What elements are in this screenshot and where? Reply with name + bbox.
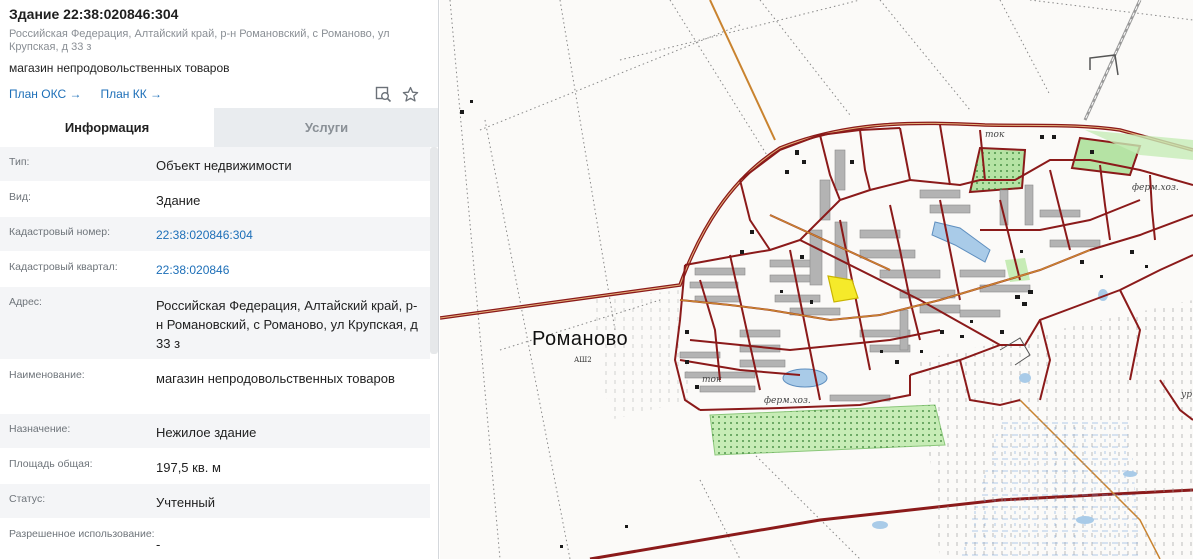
object-address: Российская Федерация, Алтайский край, р-… xyxy=(9,28,390,53)
row-label: Тип: xyxy=(9,156,30,168)
plan-links: План ОКС → План КК → xyxy=(9,86,429,102)
row-cadastral-number: Кадастровый номер: 22:38:020846:304 xyxy=(0,217,430,252)
row-label: Кадастровый номер: xyxy=(9,226,111,238)
row-value: магазин непродовольственных товаров xyxy=(156,371,395,386)
cadastral-map[interactable]: Романово АШ2 ток ток ферм.хоз. ферм.хоз.… xyxy=(440,0,1193,559)
row-kind: Вид: Здание xyxy=(0,182,430,217)
row-label: Вид: xyxy=(9,191,31,203)
row-permitted-use: Разрешенное использование: - xyxy=(0,519,430,559)
tab-information[interactable]: Информация xyxy=(0,108,214,147)
row-address: Адрес: Российская Федерация, Алтайский к… xyxy=(0,287,430,360)
row-value: Здание xyxy=(156,193,201,208)
tab-services[interactable]: Услуги xyxy=(214,108,438,147)
map-canvas xyxy=(440,0,1193,559)
row-designation: Назначение: Нежилое здание xyxy=(0,414,430,449)
row-label: Наименование: xyxy=(9,369,85,381)
row-label: Статус: xyxy=(9,493,46,505)
object-info-panel: Здание 22:38:020846:304 Российская Федер… xyxy=(0,0,439,559)
row-value: Учтенный xyxy=(156,495,216,510)
row-name: Наименование: магазин непродовольственны… xyxy=(0,360,430,414)
row-cadastral-quarter: Кадастровый квартал: 22:38:020846 xyxy=(0,252,430,287)
object-title: Здание 22:38:020846:304 xyxy=(9,6,179,22)
village-code-label: АШ2 xyxy=(574,356,592,364)
search-map-icon[interactable] xyxy=(374,85,392,103)
plan-kk-link[interactable]: План КК → xyxy=(100,87,162,101)
plan-oks-link[interactable]: План ОКС → xyxy=(9,87,81,101)
panel-header: Здание 22:38:020846:304 Российская Федер… xyxy=(0,0,438,108)
row-type: Тип: Объект недвижимости xyxy=(0,147,430,182)
row-label: Адрес: xyxy=(9,296,42,308)
row-label: Назначение: xyxy=(9,423,71,435)
attributes-table: Тип: Объект недвижимости Вид: Здание Кад… xyxy=(0,147,430,559)
panel-scrollbar[interactable] xyxy=(430,147,438,354)
map-label-farm: ферм.хоз. xyxy=(764,396,811,406)
info-tabs: Информация Услуги xyxy=(0,108,438,147)
cadastral-number-link[interactable]: 22:38:020846:304 xyxy=(156,226,421,251)
object-purpose: магазин непродовольственных товаров xyxy=(9,61,230,75)
map-label-ur: ур xyxy=(1181,390,1192,400)
row-label: Площадь общая: xyxy=(9,458,93,470)
map-label-farm-2: ферм.хоз. xyxy=(1132,183,1179,193)
map-label-tok-2: ток xyxy=(702,375,722,385)
cadastral-quarter-link[interactable]: 22:38:020846 xyxy=(156,261,421,286)
row-label: Кадастровый квартал: xyxy=(9,261,118,273)
row-label: Разрешенное использование: xyxy=(9,528,155,540)
row-area: Площадь общая: 197,5 кв. м xyxy=(0,449,430,484)
row-value: Российская Федерация, Алтайский край, р-… xyxy=(156,298,418,351)
row-value: 197,5 кв. м xyxy=(156,460,221,475)
row-value: Объект недвижимости xyxy=(156,158,292,173)
row-value: Нежилое здание xyxy=(156,425,257,440)
row-status: Статус: Учтенный xyxy=(0,484,430,519)
village-name-label: Романово xyxy=(532,328,629,350)
map-label-tok: ток xyxy=(985,130,1005,140)
star-icon[interactable] xyxy=(401,85,419,103)
row-value: - xyxy=(156,537,161,552)
